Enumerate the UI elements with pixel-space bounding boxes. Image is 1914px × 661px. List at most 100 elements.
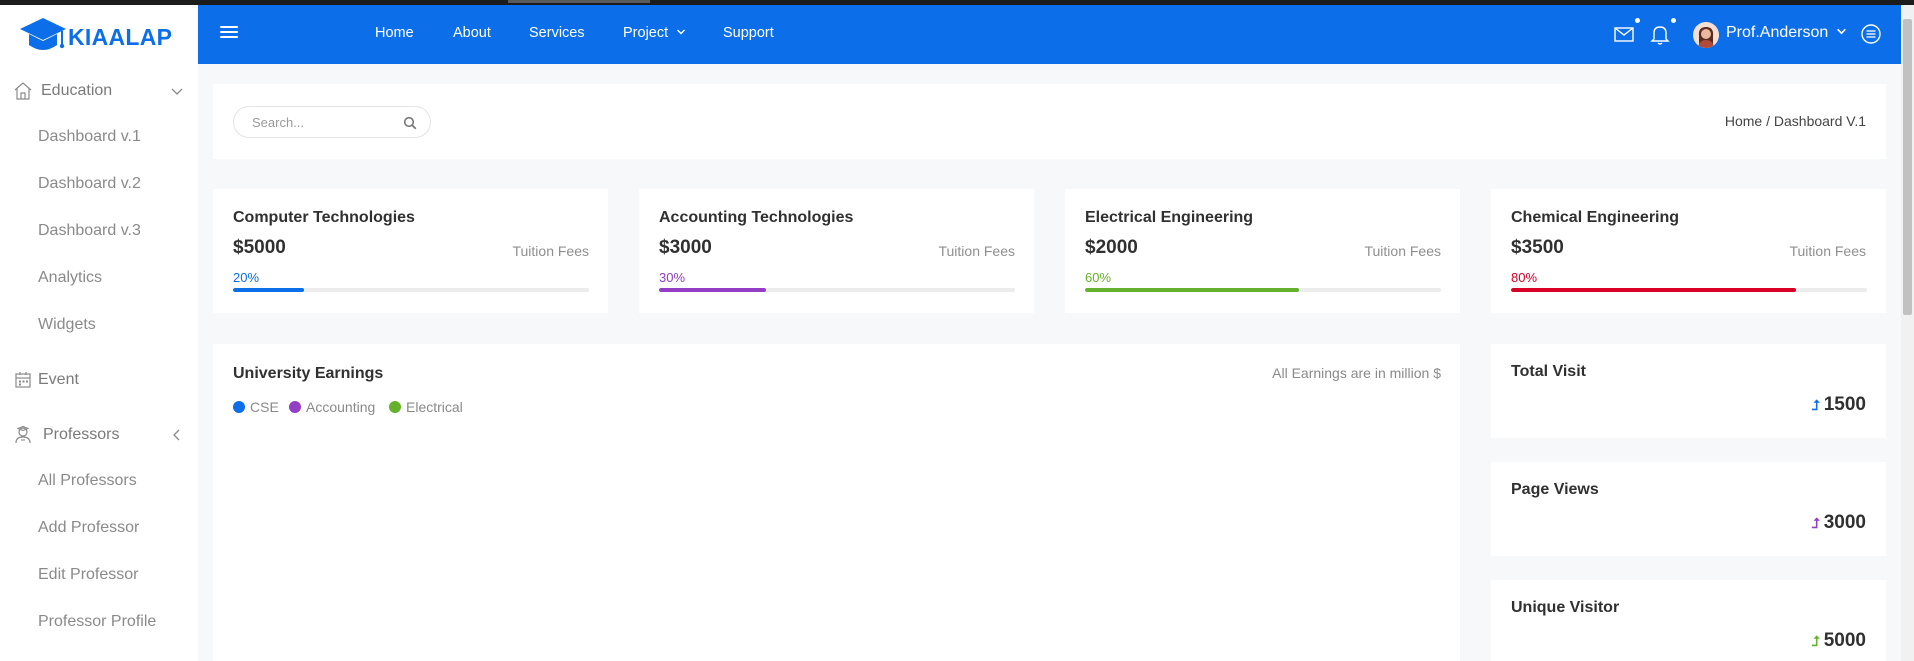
top-navbar: Home About Services Project Support Prof…: [198, 5, 1901, 64]
trend-up-icon: ⮥: [1811, 514, 1820, 531]
sidebar-item-label: Dashboard v.1: [38, 128, 141, 145]
stat-value: ⮥ 3000: [1811, 512, 1866, 534]
course-fee-label: Tuition Fees: [938, 243, 1015, 259]
legend-swatch: [233, 401, 245, 413]
sidebar-item-label: Professor Profile: [38, 613, 157, 630]
search-box: [233, 106, 431, 138]
scrollbar-thumb[interactable]: [1903, 19, 1912, 315]
avatar[interactable]: [1693, 22, 1719, 48]
brand-name: KIAALAP: [68, 23, 173, 50]
professor-icon: [12, 424, 34, 446]
sidebar-item-education[interactable]: Education: [0, 71, 198, 111]
legend-item-electrical: Electrical: [389, 399, 463, 415]
sidebar-item-dashboard-v3[interactable]: Dashboard v.3: [0, 211, 198, 251]
menu-toggle-icon[interactable]: [220, 26, 238, 42]
mail-icon[interactable]: [1612, 22, 1638, 48]
breadcrumb: Home / Dashboard V.1: [1724, 113, 1866, 129]
stat-title: Page Views: [1511, 481, 1599, 498]
sidebar-item-dashboard-v1[interactable]: Dashboard v.1: [0, 117, 198, 157]
page-scrollbar[interactable]: [1901, 5, 1914, 661]
sidebar-item-add-professor[interactable]: Add Professor: [0, 508, 198, 548]
earnings-title: University Earnings: [233, 365, 384, 382]
sidebar-item-event[interactable]: Event: [0, 360, 198, 400]
stat-title: Unique Visitor: [1511, 599, 1620, 616]
course-percent: 60%: [1085, 270, 1112, 285]
course-amount: $5000: [233, 237, 286, 258]
sidebar-item-edit-professor[interactable]: Edit Professor: [0, 555, 198, 595]
sidebar-item-professor-profile[interactable]: Professor Profile: [0, 602, 198, 642]
stat-title: Total Visit: [1511, 363, 1586, 380]
stat-card-page-views: [1491, 462, 1886, 556]
sidebar-item-widgets[interactable]: Widgets: [0, 305, 198, 345]
course-progress-fill: [233, 288, 305, 292]
course-amount: $3000: [659, 237, 712, 258]
stat-card-total-visit: [1491, 344, 1886, 438]
earnings-note: All Earnings are in million $: [1272, 365, 1441, 381]
course-progress-bar: [1511, 288, 1867, 292]
settings-menu-icon[interactable]: [1859, 22, 1885, 48]
course-progress-fill: [1511, 288, 1796, 292]
sidebar-item-label: All Professors: [38, 472, 137, 489]
home-icon: [12, 80, 34, 102]
sidebar-item-all-professors[interactable]: All Professors: [0, 461, 198, 501]
stat-value: ⮥ 5000: [1811, 630, 1866, 652]
course-progress-bar: [1085, 288, 1441, 292]
calendar-icon: [12, 369, 34, 391]
legend-label: CSE: [250, 399, 279, 415]
chevron-down-icon: [677, 29, 686, 35]
sidebar: KIAALAP Education Dashboard v.1 Dashboar…: [0, 5, 198, 661]
chevron-down-icon: [1836, 28, 1846, 35]
sidebar-item-label: Education: [41, 82, 113, 99]
stat-number: 1500: [1823, 394, 1866, 415]
sidebar-item-label: Professors: [43, 426, 120, 443]
sidebar-item-professors[interactable]: Professors: [0, 415, 198, 455]
stat-value: ⮥ 1500: [1811, 394, 1866, 416]
user-name: Prof.Anderson: [1726, 24, 1829, 41]
legend-label: Electrical: [406, 399, 463, 415]
course-progress-fill: [659, 288, 766, 292]
course-title: Chemical Engineering: [1511, 209, 1680, 226]
course-percent: 20%: [233, 270, 260, 285]
course-amount: $3500: [1511, 237, 1564, 258]
bell-icon[interactable]: [1648, 22, 1674, 48]
chevron-left-icon: [173, 429, 180, 441]
trend-up-icon: ⮥: [1811, 632, 1820, 649]
chevron-down-icon: [171, 88, 183, 95]
nav-link-project[interactable]: Project: [623, 25, 686, 41]
course-title: Electrical Engineering: [1085, 209, 1254, 226]
course-title: Computer Technologies: [233, 209, 415, 226]
bell-notification-dot: [1671, 18, 1676, 23]
stat-number: 3000: [1823, 512, 1866, 533]
stat-number: 5000: [1823, 630, 1866, 651]
window-tab: [508, 0, 650, 3]
mail-notification-dot: [1635, 18, 1640, 23]
nav-link-about[interactable]: About: [453, 25, 491, 41]
nav-link-home[interactable]: Home: [375, 25, 414, 41]
sidebar-item-dashboard-v2[interactable]: Dashboard v.2: [0, 164, 198, 204]
nav-link-services[interactable]: Services: [529, 25, 585, 41]
legend-swatch: [289, 401, 301, 413]
user-menu[interactable]: Prof.Anderson: [1726, 24, 1847, 42]
search-input[interactable]: [252, 113, 392, 131]
sidebar-item-label: Analytics: [38, 269, 103, 286]
sidebar-item-analytics[interactable]: Analytics: [0, 258, 198, 298]
search-panel: [213, 84, 1886, 159]
legend-item-accounting: Accounting: [289, 399, 375, 415]
nav-link-support[interactable]: Support: [723, 25, 774, 41]
legend-swatch: [389, 401, 401, 413]
search-icon[interactable]: [403, 116, 417, 130]
legend-label: Accounting: [306, 399, 376, 415]
course-percent: 80%: [1511, 270, 1538, 285]
brand-logo[interactable]: KIAALAP: [18, 13, 172, 61]
course-percent: 30%: [659, 270, 686, 285]
legend-item-cse: CSE: [233, 399, 279, 415]
earnings-panel: [213, 344, 1460, 661]
sidebar-item-label: Dashboard v.3: [38, 222, 141, 239]
course-amount: $2000: [1085, 237, 1138, 258]
course-progress-bar: [659, 288, 1015, 292]
sidebar-item-label: Widgets: [38, 316, 96, 333]
course-progress-bar: [233, 288, 589, 292]
graduation-cap-icon: [20, 18, 66, 50]
sidebar-item-label: Dashboard v.2: [38, 175, 141, 192]
sidebar-item-label: Event: [38, 371, 79, 388]
